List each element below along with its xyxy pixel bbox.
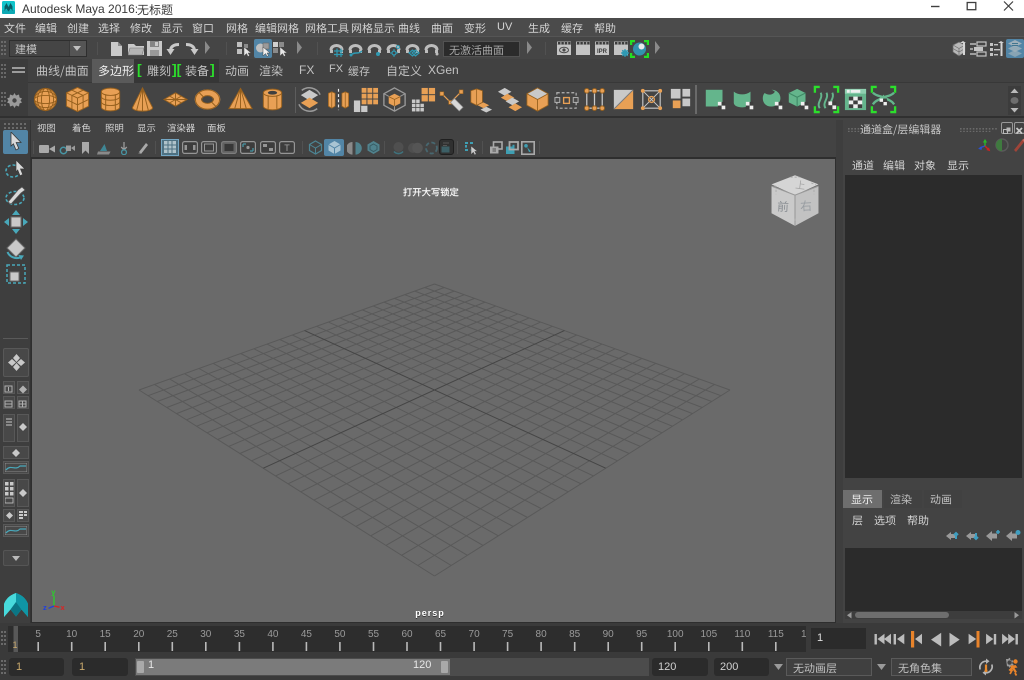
svg-text:35: 35 (234, 629, 246, 640)
svg-text:100: 100 (667, 629, 684, 640)
svg-text:65: 65 (435, 629, 447, 640)
svg-text:x: x (61, 603, 66, 612)
svg-text:15: 15 (100, 629, 112, 640)
svg-text:50: 50 (334, 629, 346, 640)
svg-text:T: T (284, 143, 290, 153)
svg-text:70: 70 (469, 629, 481, 640)
svg-text:1: 1 (13, 640, 18, 650)
svg-text:110: 110 (734, 629, 750, 640)
svg-text:45: 45 (301, 629, 313, 640)
svg-text:90: 90 (603, 629, 615, 640)
svg-text:30: 30 (200, 629, 212, 640)
svg-text:95: 95 (636, 629, 648, 640)
svg-text:IPR: IPR (597, 49, 608, 55)
svg-text:85: 85 (569, 629, 581, 640)
svg-text:80: 80 (536, 629, 548, 640)
svg-text:y: y (51, 588, 56, 597)
svg-text:20: 20 (133, 629, 145, 640)
svg-text:5: 5 (35, 629, 41, 640)
svg-text:25: 25 (167, 629, 179, 640)
svg-text:75: 75 (502, 629, 514, 640)
svg-text:105: 105 (700, 629, 717, 640)
svg-text:120: 120 (801, 629, 806, 640)
svg-text:60: 60 (401, 629, 413, 640)
svg-text:z: z (43, 603, 47, 612)
svg-text:55: 55 (368, 629, 380, 640)
svg-text:10: 10 (66, 629, 78, 640)
svg-text:40: 40 (267, 629, 279, 640)
svg-text:115: 115 (768, 629, 784, 640)
